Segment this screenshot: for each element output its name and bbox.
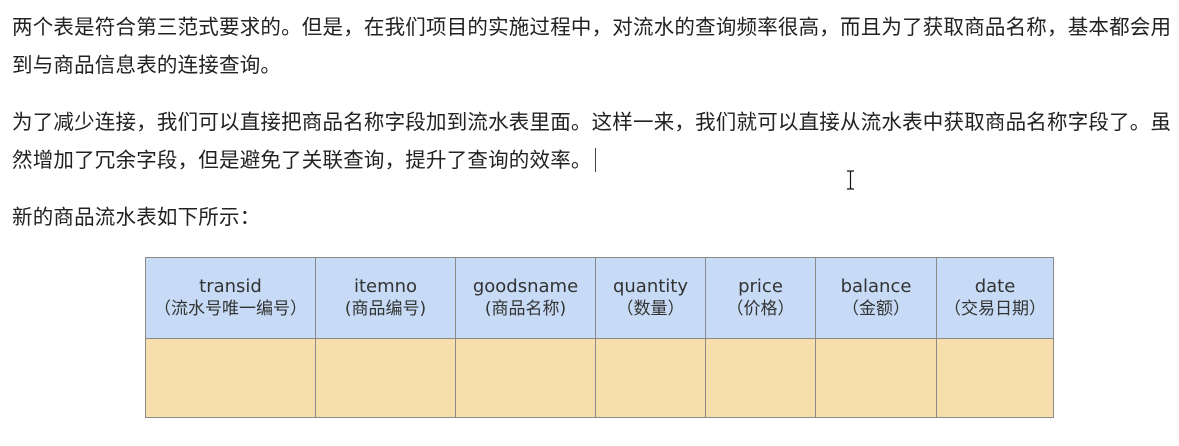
- column-name-cn: （价格）: [726, 299, 795, 319]
- column-header-transid: transid （流水号唯一编号）: [145, 257, 316, 339]
- column-name-en: balance: [840, 276, 912, 297]
- column-header-itemno: itemno (商品编号): [315, 257, 456, 339]
- column-name-cn: (商品编号): [344, 299, 427, 319]
- table-cell-empty: [815, 338, 937, 418]
- column-header-quantity: quantity （数量）: [595, 257, 706, 339]
- column-header-balance: balance （金额）: [815, 257, 937, 339]
- column-name-en: itemno: [353, 276, 418, 297]
- column-name-cn: （数量）: [616, 299, 685, 319]
- table-cell-empty: [595, 338, 706, 418]
- table-cell-empty: [455, 338, 596, 418]
- table-cell-empty: [315, 338, 456, 418]
- column-name-cn: （交易日期）: [944, 299, 1046, 319]
- column-name-en: date: [974, 276, 1016, 297]
- table-header-row: transid （流水号唯一编号） itemno (商品编号) goodsnam…: [145, 257, 1054, 339]
- column-name-cn: （流水号唯一编号）: [154, 299, 307, 319]
- column-name-cn: (商品名称): [484, 299, 567, 319]
- text-caret: [594, 148, 596, 172]
- paragraph-denormalization: 为了减少连接，我们可以直接把商品名称字段加到流水表里面。这样一来，我们就可以直接…: [12, 103, 1177, 179]
- column-header-price: price （价格）: [705, 257, 816, 339]
- column-name-en: price: [738, 276, 783, 297]
- table-cell-empty: [705, 338, 816, 418]
- paragraph-intro: 两个表是符合第三范式要求的。但是，在我们项目的实施过程中，对流水的查询频率很高，…: [12, 8, 1177, 84]
- paragraph-denormalization-text: 为了减少连接，我们可以直接把商品名称字段加到流水表里面。这样一来，我们就可以直接…: [12, 110, 1172, 172]
- column-name-en: quantity: [612, 276, 689, 297]
- paragraph-table-intro: 新的商品流水表如下所示：: [12, 198, 1177, 236]
- table-cell-empty: [936, 338, 1054, 418]
- column-name-en: goodsname: [472, 276, 579, 297]
- column-header-date: date （交易日期）: [936, 257, 1054, 339]
- table-cell-empty: [145, 338, 316, 418]
- ibeam-cursor-icon: [847, 170, 854, 190]
- goods-flow-table-diagram: transid （流水号唯一编号） itemno (商品编号) goodsnam…: [145, 257, 1054, 418]
- column-header-goodsname: goodsname (商品名称): [455, 257, 596, 339]
- column-name-cn: （金额）: [842, 299, 910, 319]
- paragraph-intro-text: 两个表是符合第三范式要求的。但是，在我们项目的实施过程中，对流水的查询频率很高，…: [12, 15, 1172, 77]
- table-body-row: [145, 338, 1054, 418]
- column-name-en: transid: [199, 276, 262, 297]
- paragraph-table-intro-text: 新的商品流水表如下所示：: [12, 205, 261, 229]
